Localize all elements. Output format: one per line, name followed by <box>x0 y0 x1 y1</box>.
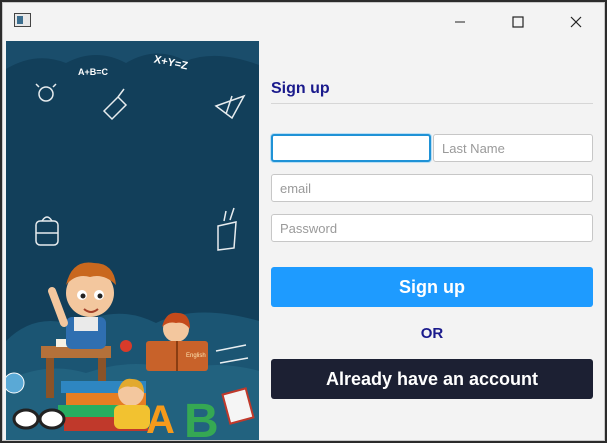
maximize-button[interactable] <box>489 3 547 41</box>
or-separator: OR <box>420 325 444 342</box>
minimize-button[interactable] <box>431 3 489 41</box>
letter-b: B <box>184 395 219 441</box>
book-title-label: English <box>186 353 206 359</box>
letter-a: A <box>146 398 175 441</box>
pencil-icon <box>102 88 128 121</box>
password-field[interactable] <box>271 214 593 242</box>
last-name-field[interactable] <box>433 134 593 162</box>
close-button[interactable] <box>547 3 604 41</box>
paper-plane-icon <box>214 94 246 120</box>
first-name-field[interactable] <box>271 134 431 162</box>
formula-abc: A+B=C <box>78 67 109 77</box>
pencil-cup-icon <box>217 207 237 251</box>
signup-button[interactable]: Sign up <box>271 267 593 307</box>
close-icon <box>570 16 582 28</box>
app-window: A+B=C X+Y=Z English A B Sign up Last Nam… <box>2 2 605 441</box>
alarm-clock-icon <box>38 86 54 102</box>
illustration-art: A+B=C X+Y=Z English A B <box>6 41 259 441</box>
maximize-icon <box>512 16 524 28</box>
already-have-account-button[interactable]: Already have an account <box>271 359 593 399</box>
minimize-icon <box>455 21 465 23</box>
education-illustration: A+B=C X+Y=Z English A B <box>6 41 259 441</box>
email-field[interactable] <box>271 174 593 202</box>
globe-icon <box>6 372 25 394</box>
title-bar[interactable] <box>3 3 604 41</box>
app-icon <box>14 13 31 27</box>
form-heading: Sign up <box>271 80 330 97</box>
heading-divider <box>271 103 593 104</box>
signup-form-panel: Sign up Sign up OR Already have an accou… <box>259 41 604 440</box>
